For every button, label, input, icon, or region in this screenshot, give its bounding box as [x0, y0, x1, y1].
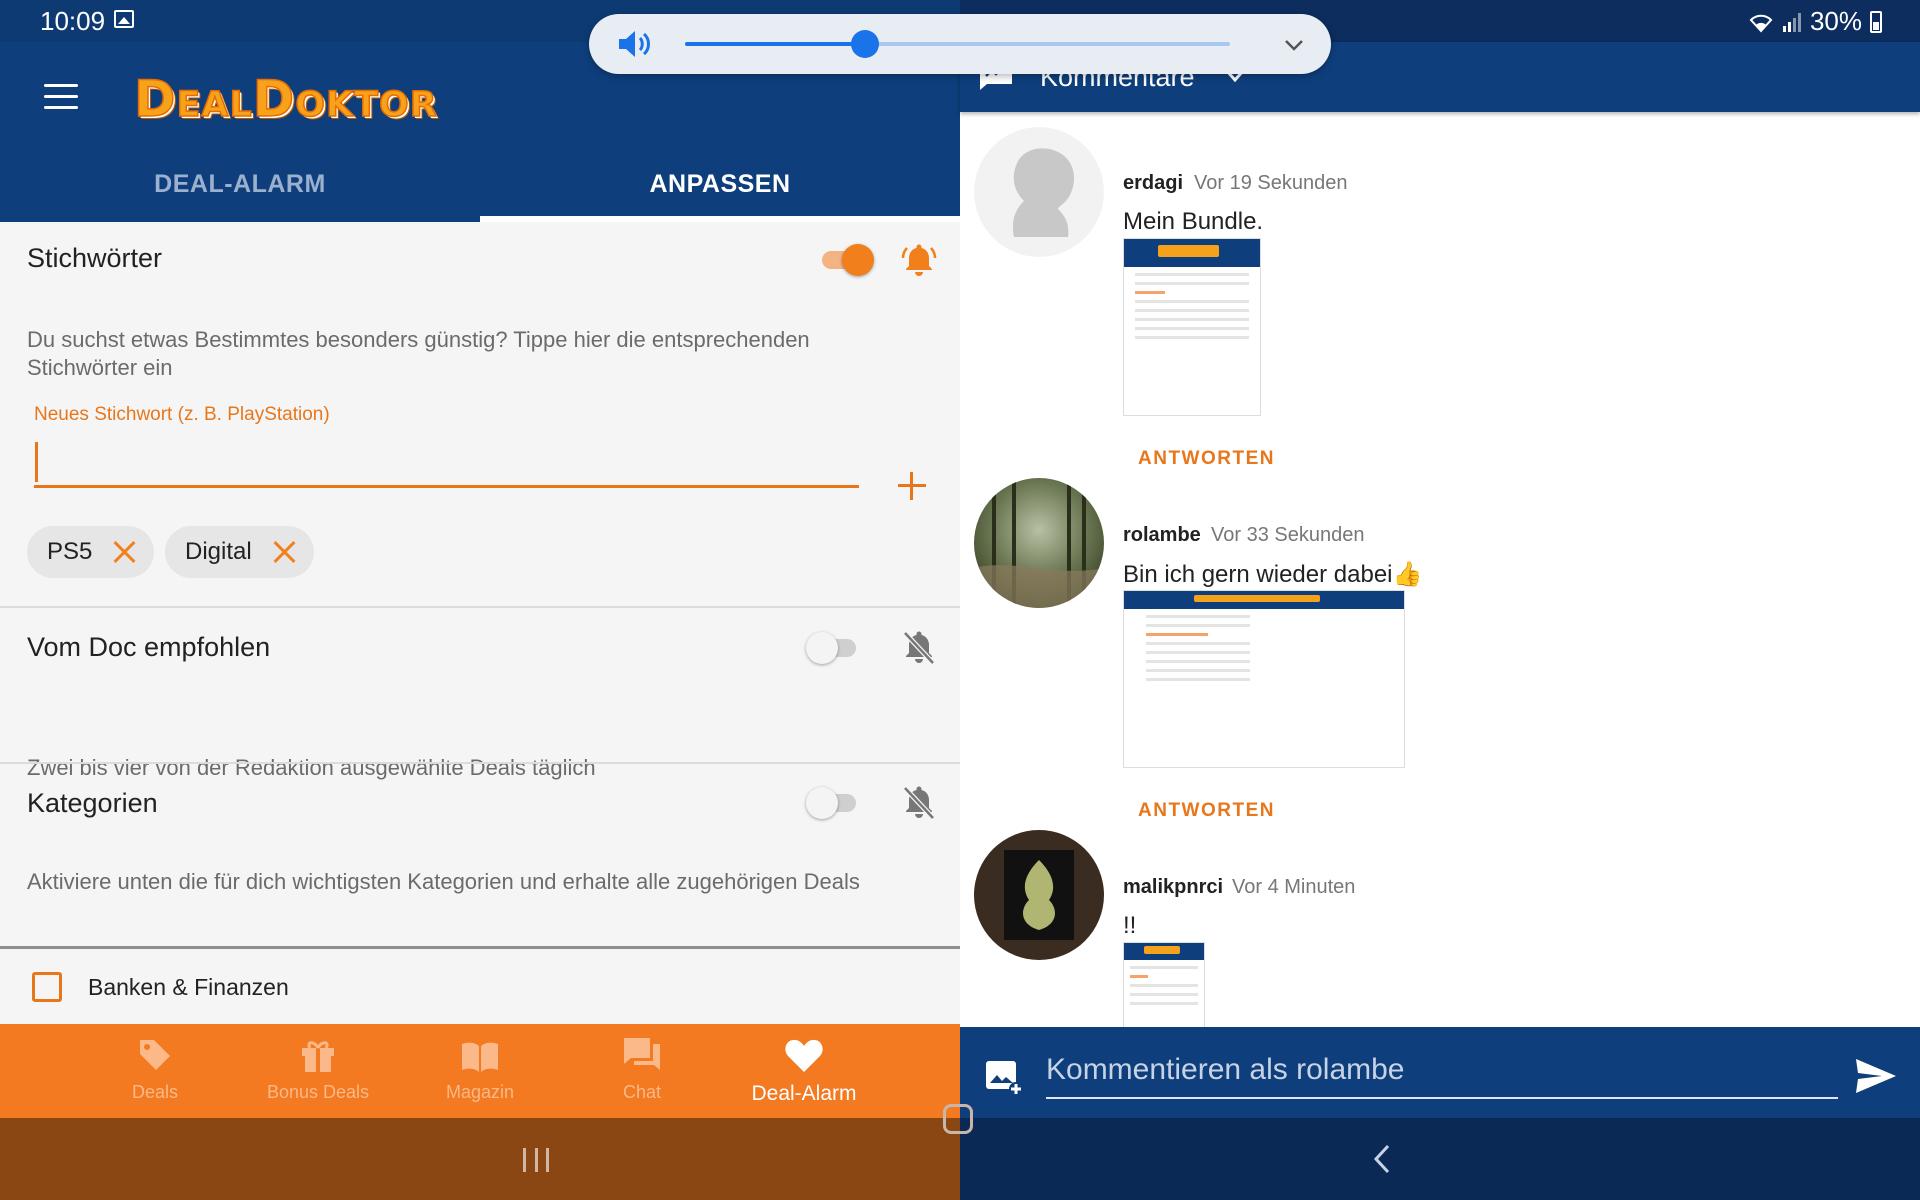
remove-chip-icon[interactable]: [112, 540, 136, 564]
status-indicators: 30%: [1748, 6, 1882, 37]
comment-text: Mein Bundle.: [1123, 208, 1264, 235]
keyword-chip: Digital: [165, 526, 314, 578]
comment-username[interactable]: erdagi: [1123, 172, 1183, 195]
reply-button[interactable]: ANTWORTEN: [1138, 448, 1275, 470]
section-divider: [0, 762, 960, 764]
comment-time: Vor 4 Minuten: [1232, 876, 1356, 898]
recommended-description: Zwei bis vier von der Redaktion ausgewäh…: [27, 755, 596, 780]
book-icon: [462, 1042, 498, 1072]
bell-off-icon[interactable]: [901, 629, 937, 667]
nav-label: Magazin: [445, 1082, 515, 1102]
status-time: 10:09: [40, 6, 106, 36]
bottom-navigation: Deals Bonus Deals Magazin Chat Deal-Alar…: [0, 1024, 960, 1118]
heart-icon: [785, 1039, 823, 1072]
home-icon[interactable]: [943, 1104, 973, 1134]
nav-label: Deal-Alarm: [751, 1082, 857, 1105]
avatar[interactable]: [974, 127, 1104, 257]
tab-anpassen[interactable]: ANPASSEN: [480, 170, 960, 222]
reply-button[interactable]: ANTWORTEN: [1138, 800, 1275, 822]
nav-magazin[interactable]: Magazin: [399, 1024, 561, 1118]
image-notification-icon: [114, 10, 134, 28]
category-label[interactable]: Banken & Finanzen: [88, 974, 289, 1001]
wifi-icon: [1749, 14, 1773, 32]
comment-image[interactable]: [1123, 238, 1261, 416]
back-icon[interactable]: [1372, 1144, 1392, 1174]
chat-icon: [624, 1038, 660, 1070]
categories-toggle[interactable]: [806, 785, 860, 821]
section-divider: [0, 946, 960, 949]
avatar[interactable]: [974, 830, 1104, 960]
bell-ringing-icon[interactable]: [901, 242, 937, 280]
volume-panel: [589, 14, 1331, 74]
keyword-input-label: Neues Stichwort (z. B. PlayStation): [34, 404, 330, 425]
comment-input[interactable]: [1046, 1043, 1838, 1099]
battery-percent: 30%: [1809, 6, 1862, 36]
chip-label: Digital: [185, 538, 252, 565]
volume-slider-thumb[interactable]: [850, 30, 879, 58]
comment-image[interactable]: [1123, 590, 1405, 768]
comment-text: !!: [1123, 912, 1137, 939]
category-checkbox[interactable]: [32, 972, 62, 1002]
avatar-photo: [974, 478, 1104, 608]
avatar[interactable]: [974, 478, 1104, 608]
comment-time: Vor 33 Sekunden: [1211, 524, 1365, 546]
dealdoktor-app: DealDoktor DEAL-ALARM ANPASSEN Stichwört…: [0, 42, 960, 1200]
active-tab-indicator: [480, 216, 960, 222]
comments-app: 99 Kommentare erdagi Vor 19 Sekunden Mei…: [960, 42, 1920, 1200]
comment-composer: [960, 1027, 1920, 1118]
recommended-title: Vom Doc empfohlen: [27, 632, 271, 662]
recommended-toggle[interactable]: [806, 630, 860, 666]
tab-deal-alarm[interactable]: DEAL-ALARM: [0, 170, 480, 222]
add-photo-icon[interactable]: [984, 1057, 1022, 1095]
categories-description: Aktiviere unten die für dich wichtigsten…: [27, 869, 860, 894]
nav-bonus-deals[interactable]: Bonus Deals: [237, 1024, 399, 1118]
keyword-chip: PS5: [27, 526, 155, 578]
keyword-input[interactable]: [34, 438, 859, 488]
volume-slider[interactable]: [685, 30, 1230, 58]
comment-time: Vor 19 Sekunden: [1194, 172, 1348, 194]
keywords-title: Stichwörter: [27, 243, 163, 273]
app-logo: DealDoktor: [133, 69, 438, 129]
send-icon[interactable]: [1854, 1057, 1898, 1095]
bell-off-icon[interactable]: [901, 784, 937, 822]
categories-title: Kategorien: [27, 788, 158, 818]
add-keyword-icon[interactable]: [898, 472, 926, 500]
default-avatar-icon: [974, 127, 1104, 257]
remove-chip-icon[interactable]: [272, 540, 296, 564]
nav-label: Bonus Deals: [266, 1082, 370, 1102]
comment-text: Bin ich gern wieder dabei👍: [1123, 561, 1423, 588]
nav-chat[interactable]: Chat: [561, 1024, 723, 1118]
keywords-toggle[interactable]: [818, 242, 874, 278]
avatar-photo: [1004, 850, 1074, 940]
system-navigation-bar: [0, 1118, 960, 1200]
signal-icon: [1782, 12, 1801, 32]
nav-label: Deals: [131, 1082, 179, 1102]
chip-label: PS5: [47, 538, 93, 565]
nav-deal-alarm[interactable]: Deal-Alarm: [723, 1024, 885, 1118]
nav-label: Chat: [622, 1082, 662, 1102]
comment-username[interactable]: malikpnrci: [1123, 876, 1223, 899]
volume-icon[interactable]: [617, 29, 653, 59]
keywords-description: Du suchst etwas Bestimmtes besonders gün…: [27, 327, 810, 380]
battery-icon: [1870, 10, 1882, 33]
section-divider: [0, 606, 960, 608]
comment-username[interactable]: rolambe: [1123, 524, 1201, 547]
text-caret: [35, 442, 38, 482]
system-navigation-bar: [960, 1118, 1920, 1200]
volume-slider-fill: [685, 42, 865, 46]
gift-icon: [302, 1041, 334, 1072]
tag-icon: [140, 1040, 170, 1070]
recents-icon[interactable]: [523, 1148, 549, 1172]
nav-deals[interactable]: Deals: [74, 1024, 236, 1118]
chevron-down-icon[interactable]: [1283, 34, 1305, 56]
menu-icon[interactable]: [44, 84, 78, 110]
